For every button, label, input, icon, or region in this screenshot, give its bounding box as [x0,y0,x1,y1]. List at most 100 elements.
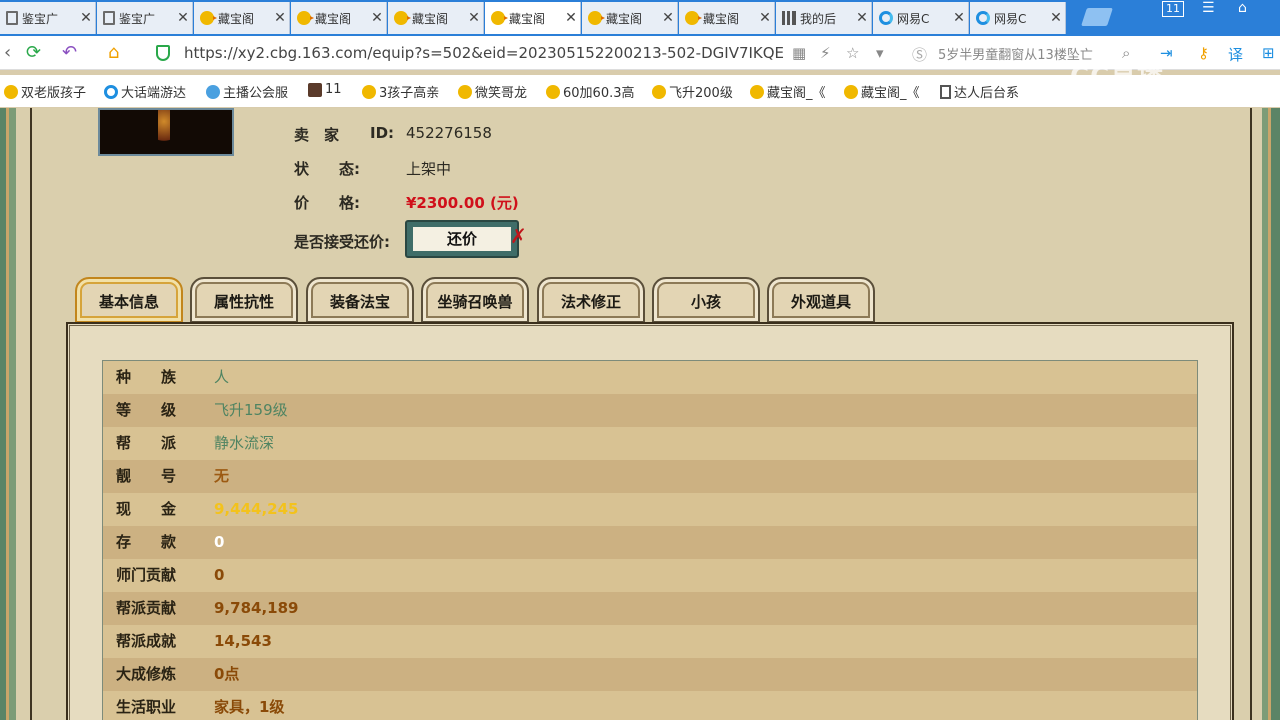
browser-tab-active[interactable]: 藏宝阁 ✕ [485,2,581,34]
price-label: 价 格: [294,194,360,212]
url-input[interactable]: https://xy2.cbg.163.com/equip?s=502&eid=… [184,44,784,62]
close-icon[interactable]: ✕ [77,10,95,26]
menu-icon[interactable]: ☰ [1202,0,1215,16]
close-icon[interactable]: ✕ [853,10,871,26]
tab-label: 网易C [897,11,930,26]
close-icon[interactable]: ✕ [562,10,580,26]
close-icon[interactable]: ✕ [950,10,968,26]
tab-count-badge[interactable]: 11 [1162,1,1184,17]
close-icon[interactable]: ✕ [756,10,774,26]
bookmark-item[interactable]: 双老版孩子 [4,82,86,101]
browser-tab[interactable]: 鉴宝广 ✕ [97,2,193,34]
tab-children[interactable]: 小孩 [652,277,760,323]
bookmark-item[interactable]: 60加60.3高 [546,82,635,101]
close-icon[interactable]: ✕ [1047,10,1065,26]
bookmark-item[interactable]: 微笑哥龙 [458,82,527,101]
key-icon[interactable]: ⚷ [1198,44,1209,62]
extension-icon[interactable]: ⊞ [1262,44,1275,62]
tab-spell-modifiers[interactable]: 法术修正 [537,277,645,323]
bookmark-item[interactable]: 大话端游达 [104,82,186,101]
chick-icon [546,84,560,99]
reload-icon[interactable]: ⟳ [26,42,41,63]
skin-icon[interactable]: ⌂ [1238,0,1247,16]
browser-tab[interactable]: 藏宝阁 ✕ [291,2,387,34]
browser-tab[interactable]: 藏宝阁 ✕ [679,2,775,34]
browser-tab[interactable]: 鉴宝广 ✕ [0,2,96,34]
qr-code-icon[interactable]: ▦ [792,44,806,62]
close-icon[interactable]: ✕ [659,10,677,26]
browser-tab[interactable]: 藏宝阁 ✕ [388,2,484,34]
table-row: 帮派成就 14,543 [103,625,1197,658]
seller-label: 卖 家 [294,126,340,144]
translate-icon[interactable]: 译 [1228,44,1243,65]
table-row: 师门贡献 0 [103,559,1197,592]
close-icon[interactable]: ✕ [465,10,483,26]
tab-label: 鉴宝广 [119,11,156,26]
lightning-icon[interactable]: ⚡ [820,44,831,62]
tab-attributes[interactable]: 属性抗性 [190,277,298,323]
bookmark-item[interactable]: 藏宝阁_《 [844,82,920,101]
row-value: 人 [214,368,230,386]
browser-tab[interactable]: 我的后 ✕ [776,2,872,34]
bookmark-item[interactable]: 11 [308,82,342,97]
tab-mounts-pets[interactable]: 坐骑召唤兽 [421,277,529,323]
browser-tab[interactable]: 网易C ✕ [873,2,969,34]
bookmark-label: 大话端游达 [121,86,187,101]
bookmark-label: 飞升200级 [669,86,733,101]
table-row: 存 款 0 [103,526,1197,559]
price-value: ¥2300.00 (元) [406,194,519,212]
chick-icon [750,84,764,99]
bookmark-item[interactable]: 达人后台系 [940,82,1019,101]
star-icon[interactable]: ☆ [846,44,859,62]
browser-tab[interactable]: 藏宝阁 ✕ [582,2,678,34]
not-accepted-icon: ✗ [510,224,527,248]
character-thumbnail [98,108,234,156]
row-value: 14,543 [214,632,272,650]
bookmark-label: 达人后台系 [954,86,1020,101]
browser-tab[interactable]: 藏宝阁 ✕ [194,2,290,34]
bookmark-item[interactable]: 藏宝阁_《 [750,82,826,101]
undo-icon[interactable]: ↶ [62,42,77,63]
row-key: 生活职业 [116,698,177,716]
search-engine-icon[interactable]: Ⓢ [912,44,927,65]
bookmark-label: 微笑哥龙 [475,86,528,101]
close-icon[interactable]: ✕ [174,10,192,26]
row-key: 大成修炼 [116,665,177,683]
browser-tab[interactable]: 网易C ✕ [970,2,1066,34]
chevron-down-icon[interactable]: ▾ [876,44,884,62]
doc-icon [103,11,115,25]
bookmark-label: 双老版孩子 [21,86,87,101]
chick-icon [458,84,472,99]
tab-label: 藏宝阁 [412,11,449,26]
doc-icon [940,84,951,99]
row-key: 等 级 [116,401,177,419]
bookmark-item[interactable]: 主播公会服 [206,82,288,101]
bookmark-item[interactable]: 3孩子高亲 [362,82,439,101]
close-icon[interactable]: ✕ [368,10,386,26]
close-icon[interactable]: ✕ [271,10,289,26]
bookmark-item[interactable]: 飞升200级 [652,82,733,101]
row-key: 帮派成就 [116,632,177,650]
back-icon[interactable]: ‹ [4,42,11,63]
chick-icon [297,11,314,25]
tab-appearance-items[interactable]: 外观道具 [767,277,875,323]
row-value: 0点 [214,665,240,683]
bargain-button[interactable]: 还价 [405,220,519,258]
new-tab-button[interactable] [1081,8,1113,26]
tab-equipment[interactable]: 装备法宝 [306,277,414,323]
status-label: 状 态: [294,160,360,178]
attributes-table: 种 族 人 等 级 飞升159级 帮 派 静水流深 靓 号 无 现 金 9,444,245… [102,360,1198,720]
bookmark-label: 3孩子高亲 [379,86,440,101]
row-key: 帮派贡献 [116,599,177,617]
stream-watermark: CC直播 [1070,62,1165,92]
table-row: 靓 号无 [103,460,1197,493]
left-decorative-border [0,108,16,720]
row-key: 存 款 [116,533,177,551]
chick-icon [394,11,411,25]
home-icon[interactable]: ⌂ [108,42,119,63]
table-row: 现 金 9,444,245 [103,493,1197,526]
seller-id: 452276158 [406,124,492,142]
tab-basic-info[interactable]: 基本信息 [75,277,183,323]
bargain-button-label: 还价 [413,227,511,251]
browser-tab-strip: 鉴宝广 ✕ 鉴宝广 ✕ 藏宝阁 ✕ 藏宝阁 ✕ 藏宝阁 ✕ 藏宝阁 ✕ 藏宝阁 ✕ 藏宝阁 ✕ … [0,0,1280,36]
